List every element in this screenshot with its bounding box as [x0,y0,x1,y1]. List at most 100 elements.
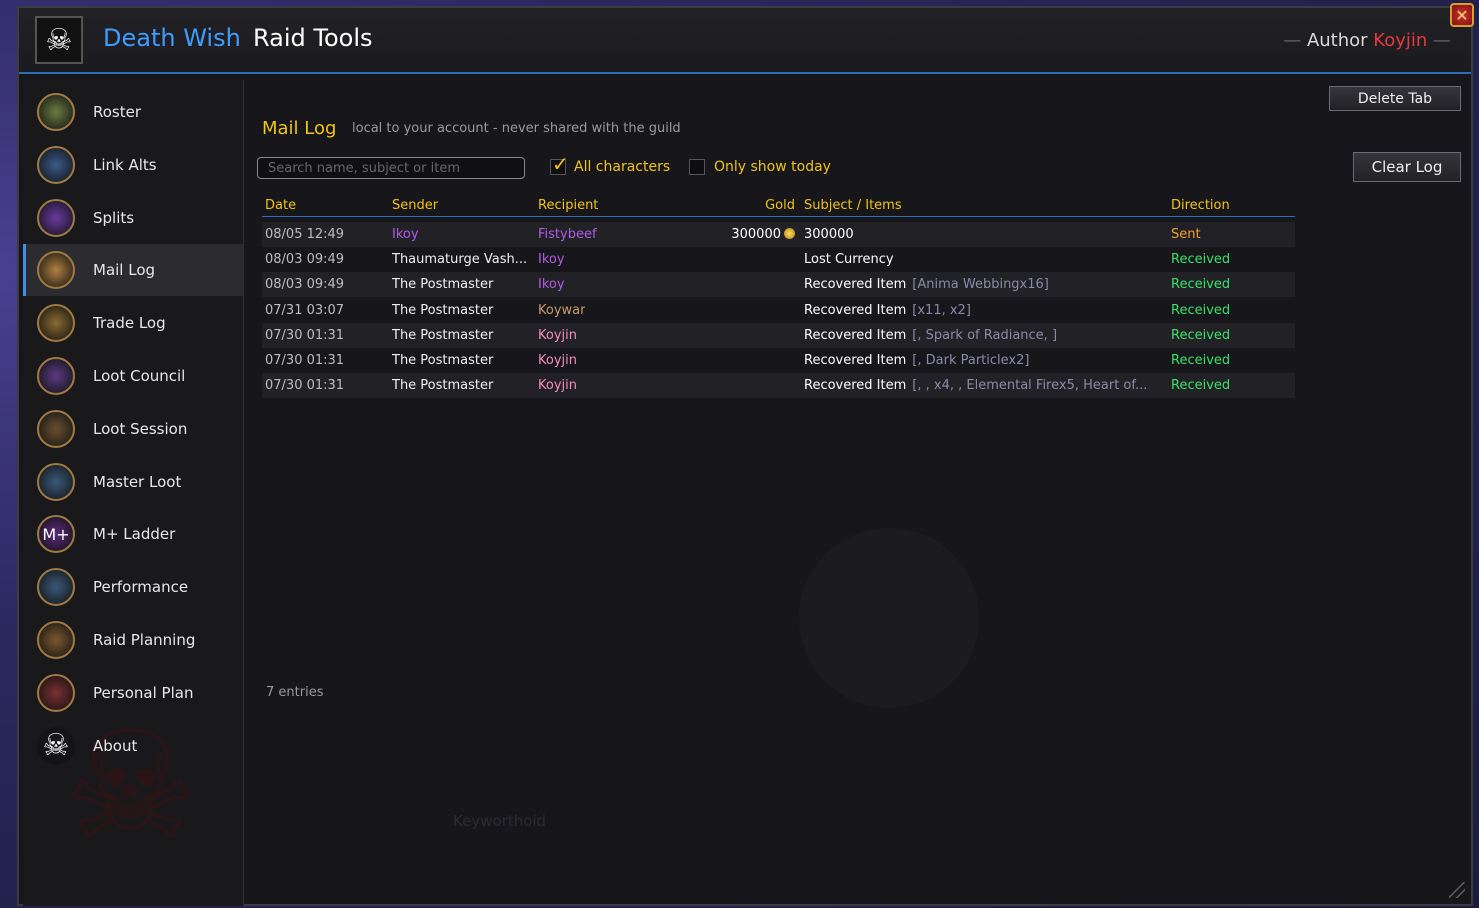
sidebar-item-master-loot[interactable]: Master Loot [23,456,243,508]
author-name: Koyjin [1373,30,1428,51]
table-row[interactable]: 08/03 09:49 Thaumaturge Vash... Ikoy Lost C… [262,247,1295,272]
sidebar-item-label: Raid Planning [93,631,196,649]
cell-sender: Thaumaturge Vash... [392,252,528,268]
header-recipient[interactable]: Recipient [538,198,598,213]
link-alts-icon [37,145,75,184]
clear-log-button[interactable]: Clear Log [1353,152,1461,182]
delete-tab-button[interactable]: Delete Tab [1329,86,1461,111]
page-subtitle: local to your account - never shared wit… [352,121,681,136]
cell-recipient: Koyjin [538,378,577,394]
table-row[interactable]: 07/30 01:31 The Postmaster Koyjin Recovered… [262,348,1295,373]
sidebar-item-m-ladder[interactable]: M+ M+ Ladder [23,508,243,560]
only-today-checkbox[interactable] [689,159,705,175]
cell-direction: Sent [1171,227,1201,242]
only-today-label: Only show today [714,159,831,175]
cell-subject-items: Lost Currency [804,252,1164,267]
cell-gold: 300000 [731,227,795,242]
cell-sender: The Postmaster [392,327,494,343]
cell-subject: Recovered Item [804,277,907,293]
cell-items: [, , x4, , Elemental Firex5, Heart of... [912,378,1148,394]
table-row[interactable]: 07/30 01:31 The Postmaster Koyjin Recovered… [262,373,1295,399]
title-bar[interactable]: ☠ Death Wish Raid Tools — Author Koyjin … [19,8,1471,74]
header-date[interactable]: Date [265,198,296,213]
sidebar-item-roster[interactable]: Roster [23,86,243,138]
cell-subject-items: Recovered Item [Anima Webbingx16] [804,277,1164,292]
sidebar-item-personal-plan[interactable]: Personal Plan [23,667,243,719]
sidebar-item-label: Mail Log [93,261,156,280]
cell-recipient: Koyjin [538,353,577,368]
search-input[interactable] [257,157,525,179]
close-button[interactable]: ✕ [1450,3,1474,27]
cell-items: [x11, x2] [912,302,971,318]
mail-icon [37,251,75,290]
trade-icon [37,304,75,343]
cell-subject: Lost Currency [804,252,894,268]
sidebar-item-label: M+ Ladder [93,525,176,544]
cell-date: 07/30 01:31 [265,378,345,394]
cell-subject-items: Recovered Item [, Dark Particlex2] [804,353,1164,368]
cell-recipient: Koywar [538,302,586,318]
cell-sender: The Postmaster [392,277,494,293]
sidebar-item-label: Personal Plan [93,683,194,702]
cell-items: [, Dark Particlex2] [912,353,1030,368]
author-credit: — Author Koyjin — [1283,30,1451,51]
skull-logo-icon: ☠ [35,16,83,64]
sidebar-item-trade-log[interactable]: Trade Log [23,297,243,349]
table-row[interactable]: 07/31 03:07 The Postmaster Koywar Recovered… [262,298,1295,323]
author-label: Author [1306,30,1368,51]
cell-date: 08/03 09:49 [265,252,345,268]
splits-icon [37,198,75,237]
cell-recipient: Fistybeef [538,227,597,242]
sidebar-item-mail-log[interactable]: Mail Log [23,244,243,297]
mplus-icon: M+ [37,515,75,554]
addon-window: ☠ Death Wish Raid Tools — Author Koyjin … [17,6,1473,906]
table-row[interactable]: 08/05 12:49 Ikoy Fistybeef 300000 300000 Sent [262,222,1295,247]
roster-icon [37,93,75,131]
all-characters-checkbox[interactable]: ✓ [550,152,569,176]
cell-date: 07/30 01:31 [265,327,345,343]
sidebar-item-performance[interactable]: Performance [23,561,243,613]
sidebar-item-loot-council[interactable]: Loot Council [23,350,243,402]
table-header: Date Sender Recipient Gold Subject / Ite… [262,194,1295,217]
resize-grip-icon[interactable] [1449,882,1465,898]
sidebar-item-loot-session[interactable]: Loot Session [23,403,243,455]
cell-date: 07/31 03:07 [265,302,345,318]
loot-session-icon [37,409,75,448]
cell-recipient: Koyjin [538,327,577,343]
cell-direction: Received [1171,327,1231,343]
sidebar-item-label: Performance [93,578,189,597]
header-direction[interactable]: Direction [1171,198,1230,213]
cell-subject: Recovered Item [804,378,907,394]
personal-plan-icon [37,673,75,712]
sidebar-item-about[interactable]: ☠ About [23,720,243,772]
sidebar-item-splits[interactable]: Splits [23,192,243,244]
cell-recipient: Ikoy [538,277,565,293]
cell-subject-items: Recovered Item [x11, x2] [804,303,1164,318]
cell-subject: 300000 [804,227,854,242]
entries-count: 7 entries [266,685,324,700]
skull-icon: ☠ [37,726,75,765]
author-dash-left: — [1283,30,1302,51]
table-row[interactable]: 08/03 09:49 The Postmaster Ikoy Recovered I… [262,272,1295,298]
cell-items: [, Spark of Radiance, ] [912,327,1058,343]
sidebar-item-label: Trade Log [93,314,166,333]
cell-date: 08/05 12:49 [265,227,345,242]
cell-direction: Received [1171,252,1231,268]
cell-subject: Recovered Item [804,302,907,318]
sidebar-item-label: Roster [93,103,142,121]
all-characters-label: All characters [574,159,671,175]
performance-icon [37,568,75,607]
table-row[interactable]: 07/30 01:31 The Postmaster Koyjin Recovered… [262,322,1295,348]
app-title-secondary: Raid Tools [253,24,373,52]
cell-sender: The Postmaster [392,302,494,318]
gold-coin-icon [784,228,795,239]
sidebar-item-raid-planning[interactable]: Raid Planning [23,614,243,666]
sidebar-item-link-alts[interactable]: Link Alts [23,139,243,191]
faded-background-text: Keyworthoid [453,812,547,830]
background-emblem [799,528,979,708]
header-subject[interactable]: Subject / Items [804,198,902,213]
header-sender[interactable]: Sender [392,198,438,213]
header-gold[interactable]: Gold [765,198,795,213]
cell-subject-items: 300000 [804,227,1164,242]
raid-planning-icon [37,621,75,659]
